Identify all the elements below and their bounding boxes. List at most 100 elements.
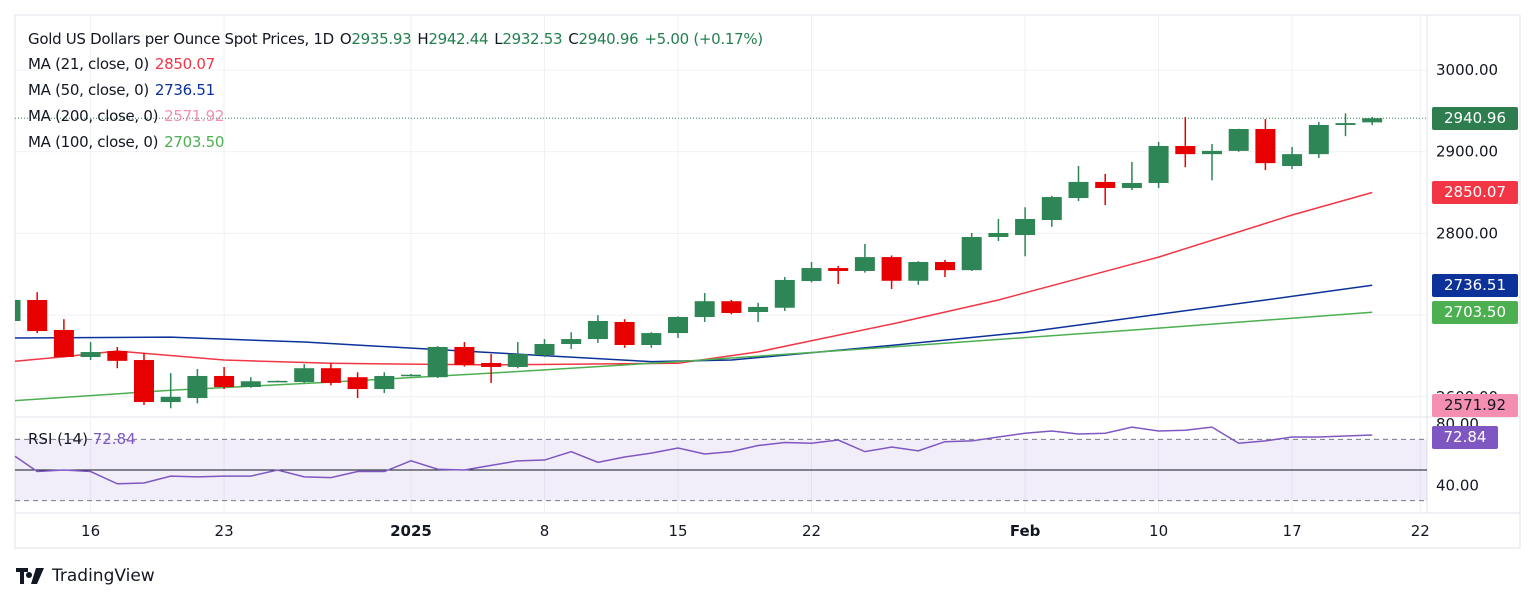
candle — [1095, 174, 1116, 205]
legend-ma21[interactable]: MA (21, close, 0) 2850.07 — [28, 55, 221, 73]
candle-body — [1282, 154, 1303, 166]
candle — [694, 293, 715, 322]
candle-body — [614, 321, 635, 346]
candle — [1308, 121, 1329, 158]
time-tick-label: 17 — [1283, 522, 1302, 540]
candle-body — [240, 381, 261, 387]
open-label: O — [339, 30, 352, 48]
candle-body — [481, 362, 502, 367]
ma-line — [15, 284, 1373, 363]
candle — [134, 353, 154, 405]
open-value: 2935.93 — [351, 30, 412, 48]
time-tick-label: 10 — [1149, 522, 1168, 540]
candle — [1335, 113, 1356, 137]
candle — [801, 261, 822, 283]
candle-body — [507, 353, 528, 367]
legend-ma200[interactable]: MA (200, close, 0) 2571.92 — [28, 107, 230, 125]
low-value: 2932.53 — [502, 30, 563, 48]
close-value: 2940.96 — [578, 30, 639, 48]
rsi-legend[interactable]: RSI (14) 72.84 — [28, 430, 136, 448]
candle-body — [1015, 219, 1036, 236]
legend-ma50[interactable]: MA (50, close, 0) 2736.51 — [28, 81, 221, 99]
symbol-title: Gold US Dollars per Ounce Spot Prices, 1… — [28, 30, 334, 48]
candle-body — [1255, 128, 1276, 164]
candle — [1362, 117, 1383, 126]
candle-body — [587, 320, 608, 340]
candle — [668, 316, 688, 338]
tradingview-logo-icon — [16, 568, 44, 584]
price-tick-label: 2900.00 — [1436, 143, 1498, 161]
moving-average-lines — [15, 117, 1427, 402]
candle-body — [1335, 123, 1356, 125]
candle — [1068, 165, 1089, 202]
candle-body — [347, 377, 368, 390]
legend-ma100[interactable]: MA (100, close, 0) 2703.50 — [28, 133, 230, 151]
candle — [748, 302, 769, 322]
price-axis-tag: 2703.50 — [1432, 300, 1518, 324]
candle-body — [1202, 150, 1222, 155]
chart-canvas[interactable]: 3000.002900.002800.002700.002600.0016232… — [0, 0, 1536, 603]
price-axis-tag: 2571.92 — [1432, 394, 1518, 417]
tradingview-logo[interactable]: TradingView — [16, 566, 155, 586]
price-tick-label: 3000.00 — [1436, 61, 1498, 79]
symbol-legend: Gold US Dollars per Ounce Spot Prices, 1… — [28, 30, 769, 48]
candle-body — [854, 257, 875, 271]
candle — [80, 342, 101, 361]
candle-body — [187, 375, 208, 399]
ma50-value: 2736.51 — [154, 81, 215, 99]
candle — [507, 342, 528, 369]
time-tick-label: 15 — [668, 522, 687, 540]
ma200-label: MA (200, close, 0) — [28, 107, 159, 125]
candle — [15, 299, 21, 321]
candle — [881, 255, 902, 289]
candle-body — [1175, 145, 1196, 155]
candle — [988, 219, 1009, 241]
candle — [347, 372, 368, 399]
rsi-tick-label: 40.00 — [1436, 476, 1479, 494]
price-axis-tag: 2736.51 — [1432, 273, 1518, 297]
rsi-value: 72.84 — [92, 430, 136, 448]
candle-body — [801, 268, 822, 282]
candle-body — [881, 257, 902, 281]
rsi-axis-tag: 72.84 — [1432, 426, 1498, 449]
candle-body — [1362, 118, 1383, 123]
time-tick-label: 22 — [1411, 522, 1430, 540]
candle — [53, 319, 74, 358]
candle — [294, 364, 315, 383]
time-tick-label: 22 — [802, 522, 821, 540]
candle — [214, 366, 235, 390]
ma100-value: 2703.50 — [164, 133, 225, 151]
candle-body — [988, 232, 1009, 237]
candle — [1121, 161, 1142, 191]
candle — [908, 261, 929, 285]
candle-body — [774, 279, 795, 308]
ma200-value: 2571.92 — [164, 107, 225, 125]
ma21-label: MA (21, close, 0) — [28, 55, 149, 73]
candle-body — [1041, 197, 1062, 221]
candle — [1202, 144, 1222, 181]
candle-body — [27, 299, 48, 332]
candle — [454, 342, 475, 367]
candlesticks — [15, 113, 1383, 409]
candle — [267, 380, 288, 383]
candle-body — [694, 301, 715, 317]
candle-body — [1095, 181, 1116, 188]
candle — [481, 353, 502, 383]
candle — [320, 362, 341, 386]
candle-body — [748, 306, 769, 312]
candle — [1041, 195, 1062, 227]
candle-body — [1068, 181, 1089, 199]
ma-line — [15, 311, 1373, 402]
candle — [561, 332, 582, 350]
candle — [401, 373, 421, 377]
rsi-pane — [14, 426, 1427, 502]
candle — [27, 292, 48, 334]
high-value: 2942.44 — [428, 30, 489, 48]
time-tick-label: 2025 — [390, 522, 432, 540]
candle — [721, 299, 742, 315]
candle-body — [1308, 124, 1329, 155]
high-label: H — [417, 30, 429, 48]
candle — [374, 372, 395, 393]
candle — [187, 369, 208, 404]
candle — [587, 315, 608, 343]
